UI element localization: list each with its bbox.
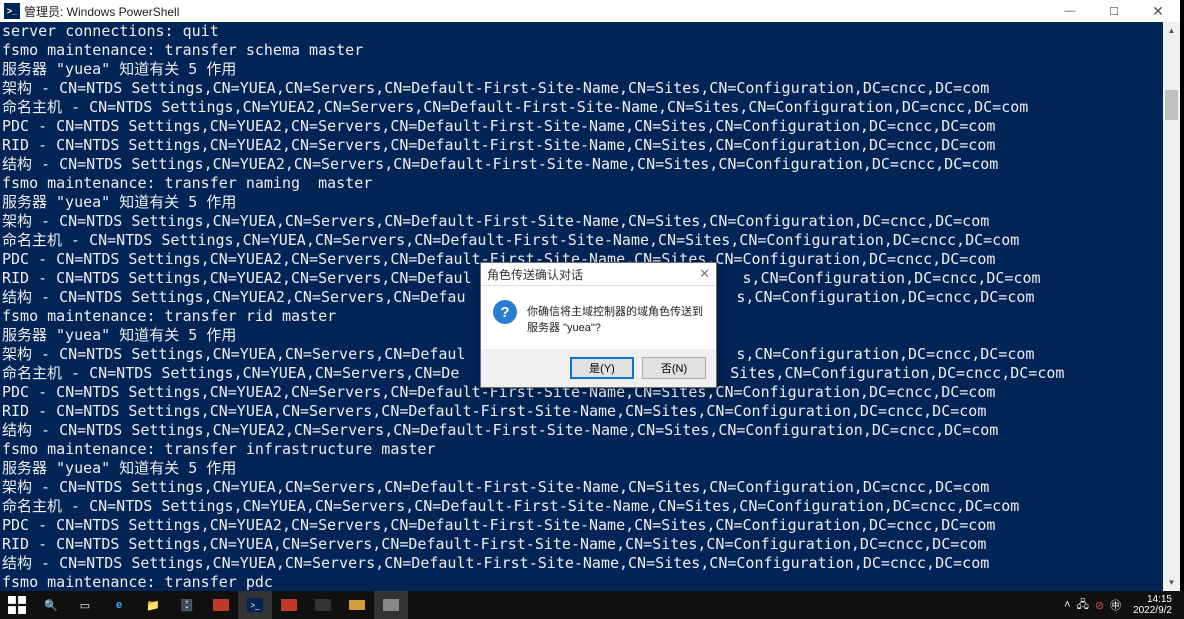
system-tray[interactable]: ˄ 🖧 ⊘ ㊥ 14:15 2022/9/2 — [1064, 594, 1184, 616]
dialog-close-button[interactable]: ✕ — [699, 266, 710, 282]
start-button[interactable] — [0, 591, 34, 619]
folder-icon: 📁 — [144, 596, 162, 614]
ie-icon: e — [110, 596, 128, 614]
powershell-icon: >_ — [4, 3, 20, 19]
taskbar-app3-button[interactable] — [306, 591, 340, 619]
windows-icon — [8, 596, 26, 614]
server-manager-icon: 🗄️ — [178, 596, 196, 614]
minimize-button[interactable]: — — [1048, 0, 1092, 22]
question-icon: ? — [493, 300, 517, 324]
taskbar-server-manager-button[interactable]: 🗄️ — [170, 591, 204, 619]
taskbar-task-view-button[interactable]: ▭ — [68, 591, 102, 619]
dialog-title: 角色传送确认对话 — [487, 266, 583, 283]
vertical-scrollbar[interactable]: ▲ ▼ — [1163, 22, 1180, 591]
tray-network-icon[interactable]: 🖧 — [1077, 596, 1089, 615]
tray-ime-icon[interactable]: ㊥ — [1110, 597, 1121, 613]
taskbar-app2-button[interactable] — [272, 591, 306, 619]
window-title: 管理员: Windows PowerShell — [24, 3, 179, 20]
scroll-thumb[interactable] — [1165, 90, 1178, 120]
app-icon — [349, 600, 365, 610]
taskbar-app1-button[interactable] — [204, 591, 238, 619]
taskbar-dialog-button[interactable] — [374, 591, 408, 619]
tray-volume-icon[interactable]: ⊘ — [1095, 599, 1104, 612]
taskbar-powershell-button[interactable]: >_ — [238, 591, 272, 619]
yes-button[interactable]: 是(Y) — [570, 357, 634, 379]
taskbar-explorer-button[interactable]: 📁 — [136, 591, 170, 619]
clock-date: 2022/9/2 — [1133, 605, 1172, 616]
scroll-down-button[interactable]: ▼ — [1163, 574, 1180, 591]
clock-time: 14:15 — [1147, 594, 1172, 605]
taskbar[interactable]: 🔍 ▭ e 📁 🗄️ >_ ˄ 🖧 ⊘ ㊥ 14:15 2022/9/2 — [0, 591, 1184, 619]
task-view-icon: ▭ — [76, 596, 94, 614]
app-icon — [213, 599, 229, 611]
taskbar-search-button[interactable]: 🔍 — [34, 591, 68, 619]
window-titlebar[interactable]: >_ 管理员: Windows PowerShell — ☐ ✕ — [0, 0, 1180, 22]
search-icon: 🔍 — [42, 596, 60, 614]
close-button[interactable]: ✕ — [1136, 0, 1180, 22]
taskbar-ie-button[interactable]: e — [102, 591, 136, 619]
no-button[interactable]: 否(N) — [642, 357, 706, 379]
taskbar-clock[interactable]: 14:15 2022/9/2 — [1127, 594, 1178, 616]
dialog-titlebar[interactable]: 角色传送确认对话 ✕ — [481, 263, 716, 286]
tray-chevron-icon[interactable]: ˄ — [1064, 599, 1070, 611]
dialog-message: 你确信将主域控制器的域角色传送到服务器 "yuea"? — [527, 300, 704, 335]
taskbar-app4-button[interactable] — [340, 591, 374, 619]
window-icon — [383, 599, 399, 611]
role-transfer-confirm-dialog: 角色传送确认对话 ✕ ? 你确信将主域控制器的域角色传送到服务器 "yuea"?… — [480, 262, 717, 388]
maximize-button[interactable]: ☐ — [1092, 0, 1136, 22]
scroll-up-button[interactable]: ▲ — [1163, 22, 1180, 39]
powershell-taskbar-icon: >_ — [247, 598, 263, 612]
app-icon — [315, 599, 331, 611]
app-icon — [281, 599, 297, 611]
